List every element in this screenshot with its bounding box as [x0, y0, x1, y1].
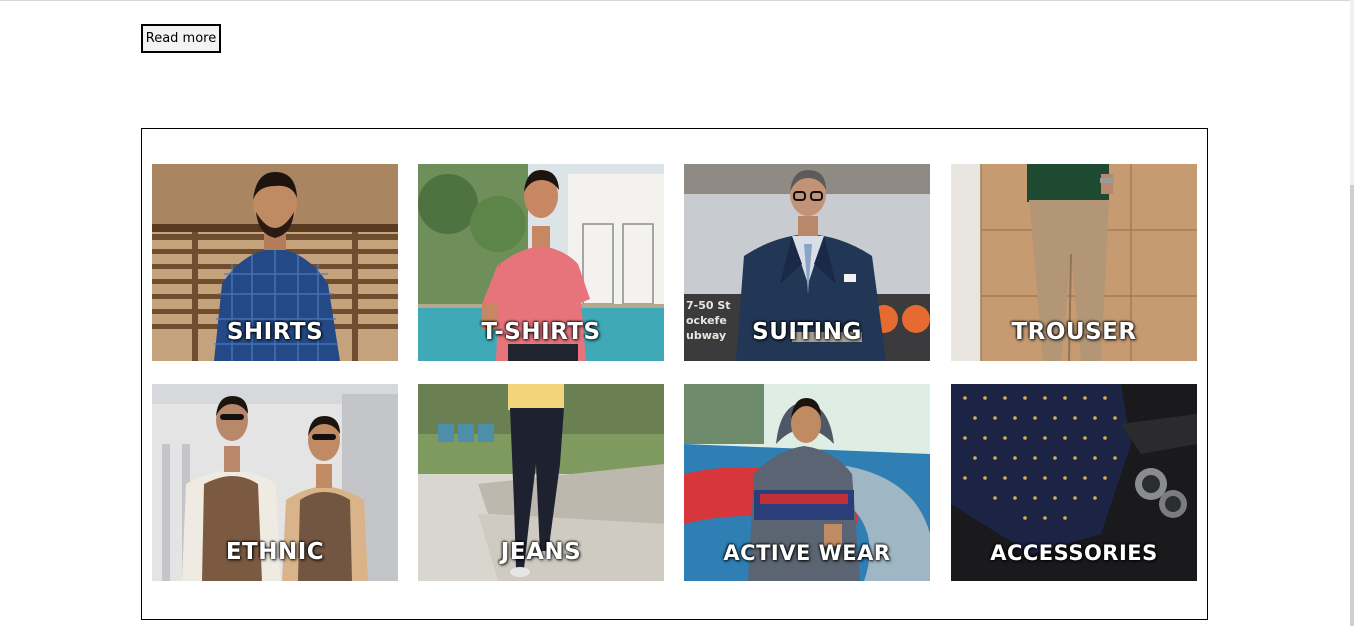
scrollbar[interactable]	[1350, 0, 1354, 626]
read-more-button[interactable]: Read more	[141, 24, 221, 53]
category-tile-jeans[interactable]: JEANS	[418, 384, 664, 581]
category-tile-suiting[interactable]: 7-50 St ockefe ubway SUITING	[684, 164, 930, 361]
svg-text:7-50 St: 7-50 St	[686, 299, 731, 312]
category-tile-active-wear[interactable]: ACTIVE WEAR	[684, 384, 930, 581]
category-grid: SHIRTS T-SHIRTS 7-50 St ockefe ubway SUI…	[141, 128, 1208, 620]
category-tile-shirts[interactable]: SHIRTS	[152, 164, 398, 361]
category-label: T-SHIRTS	[481, 319, 601, 345]
category-label: ETHNIC	[225, 539, 325, 565]
page: Read more SHIRTS T-SHIRTS 7-50 St ockefe…	[0, 0, 1354, 626]
category-label: JEANS	[500, 539, 582, 565]
category-label: SHIRTS	[226, 319, 324, 345]
category-tile-t-shirts[interactable]: T-SHIRTS	[418, 164, 664, 361]
scrollbar-thumb[interactable]	[1350, 185, 1354, 626]
category-label: TROUSER	[1011, 319, 1137, 345]
category-tile-trouser[interactable]: TROUSER	[951, 164, 1197, 361]
category-label: ACCESSORIES	[990, 541, 1158, 565]
category-tile-ethnic[interactable]: ETHNIC	[152, 384, 398, 581]
category-tile-accessories[interactable]: ACCESSORIES	[951, 384, 1197, 581]
category-label: SUITING	[752, 319, 862, 345]
top-divider	[0, 0, 1350, 1]
category-label: ACTIVE WEAR	[723, 541, 891, 565]
